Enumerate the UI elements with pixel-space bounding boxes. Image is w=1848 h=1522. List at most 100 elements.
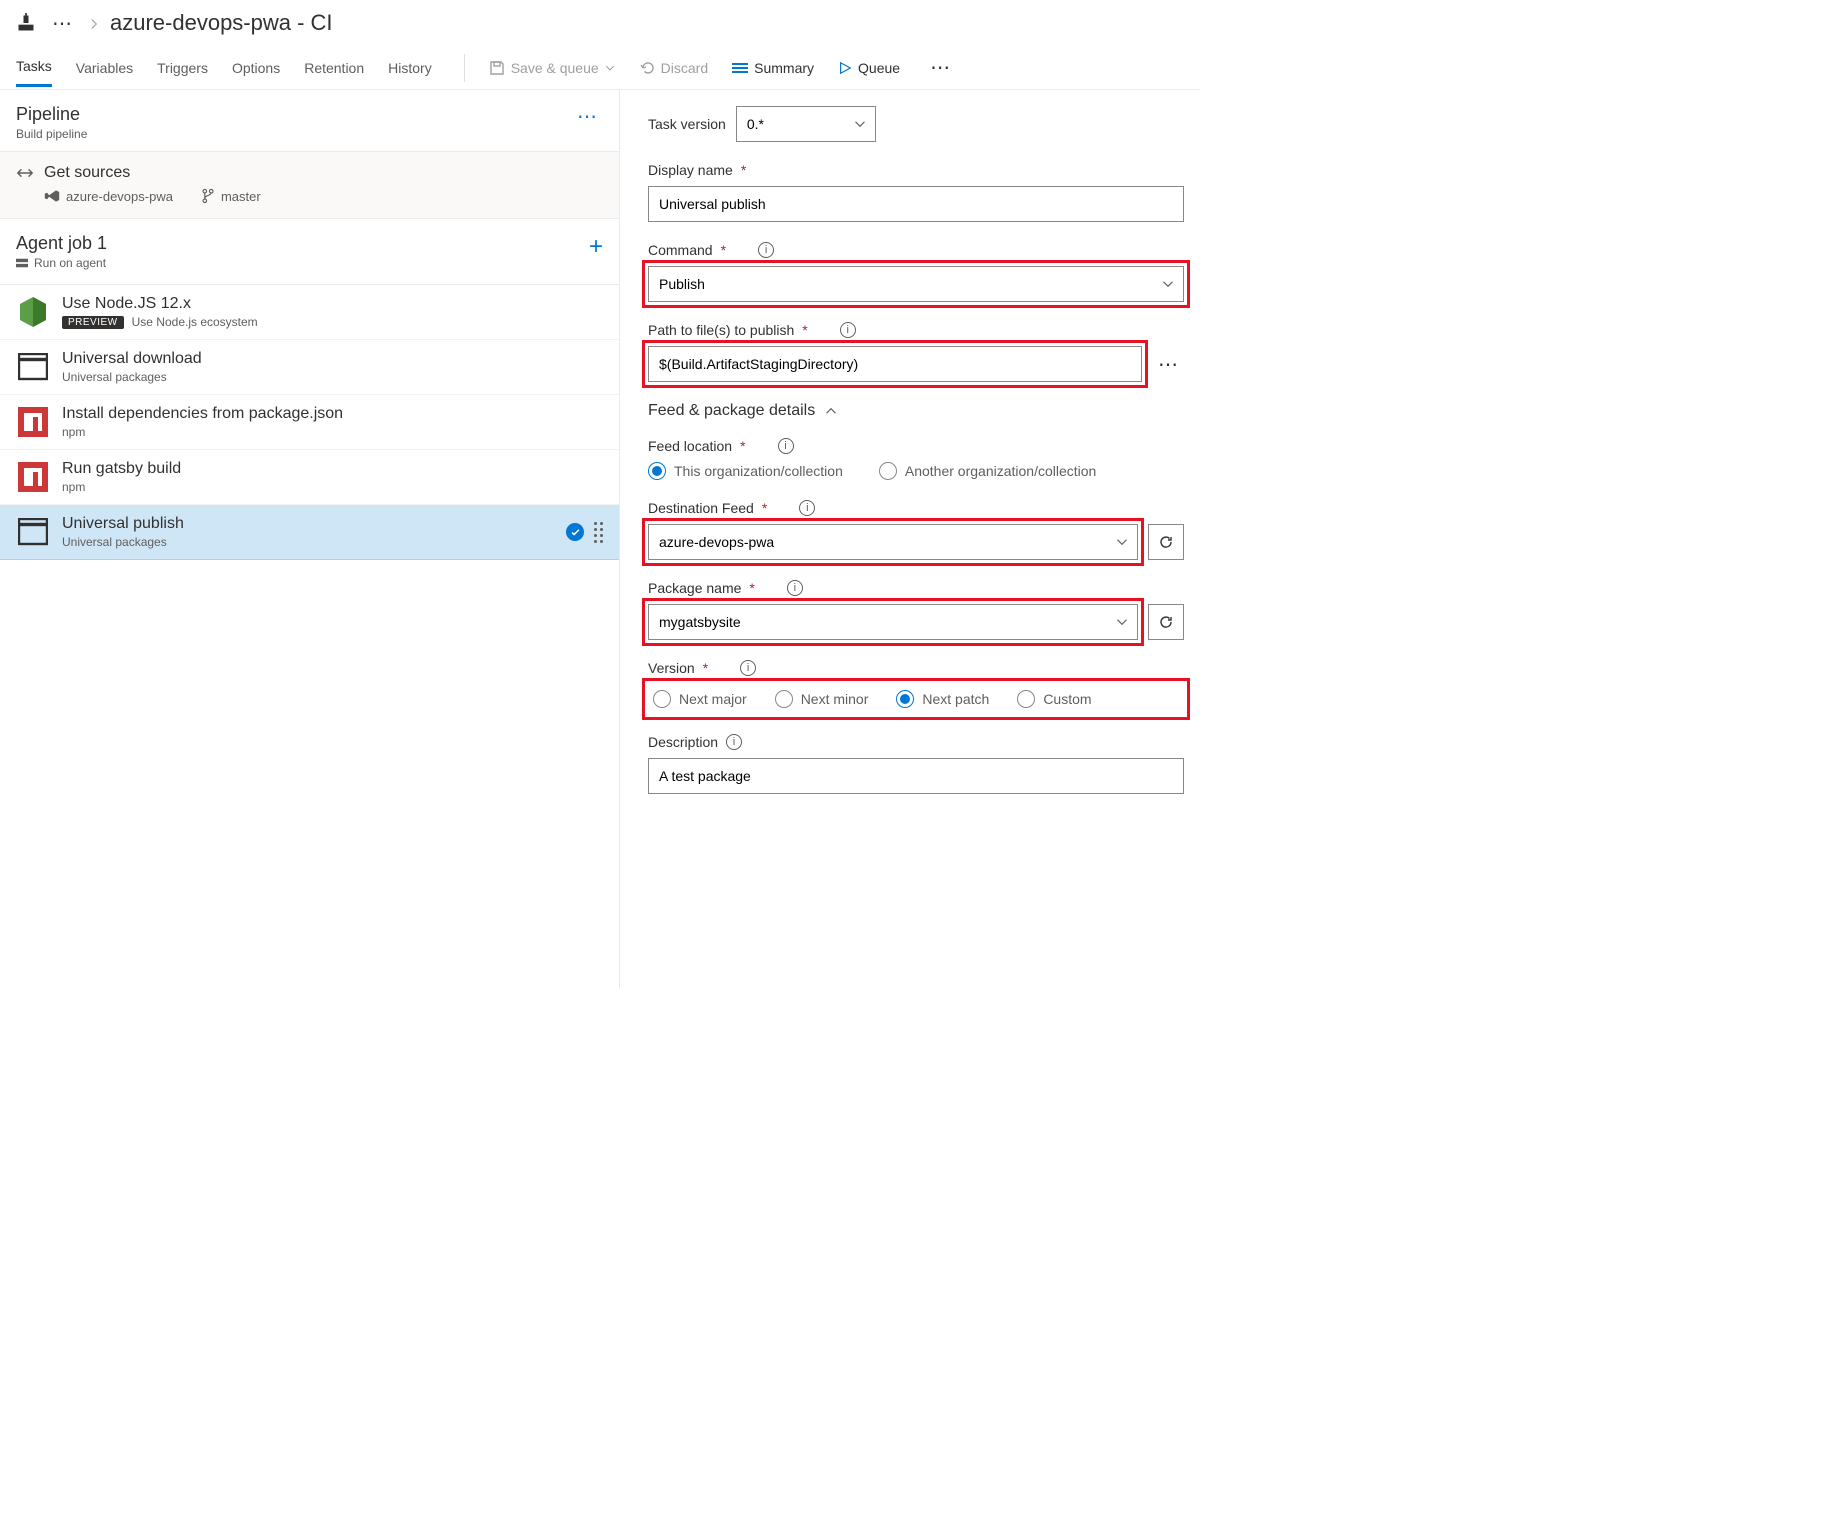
radio-label: This organization/collection [674,463,843,479]
display-name-field[interactable] [648,186,1184,222]
required-marker: * [740,438,745,454]
task-subtitle: npm [62,480,181,494]
discard-label: Discard [661,60,708,76]
info-icon[interactable]: i [787,580,803,596]
pipeline-more-button[interactable]: ⋯ [571,104,603,129]
display-name-row: Display name * [648,162,1184,222]
path-row: Path to file(s) to publish * i ⋯ [648,322,1184,382]
tab-options[interactable]: Options [232,50,280,86]
save-queue-button[interactable]: Save & queue [489,60,615,76]
version-custom-radio[interactable]: Custom [1017,690,1091,708]
page-title: azure-devops-pwa - CI [110,10,333,36]
save-queue-label: Save & queue [511,60,599,76]
tab-tasks[interactable]: Tasks [16,48,52,87]
breadcrumb-collapsed[interactable]: ⋯ [46,11,78,36]
feed-location-this-org-radio[interactable]: This organization/collection [648,462,843,480]
task-version-row: Task version 0.* [648,106,1184,142]
package-name-row: Package name * i [648,580,1184,640]
radio-label: Another organization/collection [905,463,1096,479]
feed-section-header[interactable]: Feed & package details [648,402,1184,420]
tab-divider [464,54,465,82]
destination-feed-label: Destination Feed [648,500,754,516]
task-subtitle: Use Node.js ecosystem [132,315,258,329]
chevron-right-icon [88,10,100,36]
radio-label: Next patch [922,691,989,707]
version-next-patch-radio[interactable]: Next patch [896,690,989,708]
task-row[interactable]: Install dependencies from package.json n… [0,395,619,450]
tab-history[interactable]: History [388,50,432,86]
server-icon [16,258,28,268]
breadcrumb: ⋯ azure-devops-pwa - CI [0,0,1200,46]
version-label: Version [648,660,695,676]
task-version-label: Task version [648,116,726,132]
destination-feed-row: Destination Feed * i azure-devops-pwa [648,500,1184,560]
required-marker: * [703,660,708,676]
info-icon[interactable]: i [799,500,815,516]
destination-feed-select[interactable]: azure-devops-pwa [648,524,1138,560]
save-icon [489,60,505,76]
nodejs-icon [16,295,50,329]
info-icon[interactable]: i [726,734,742,750]
task-row[interactable]: Use Node.JS 12.x PREVIEW Use Node.js eco… [0,285,619,340]
play-icon [838,61,852,75]
get-sources-block[interactable]: Get sources azure-devops-pwa master [0,151,619,219]
version-next-minor-radio[interactable]: Next minor [775,690,869,708]
radio-label: Next minor [801,691,869,707]
discard-button[interactable]: Discard [639,60,708,76]
feed-location-another-org-radio[interactable]: Another organization/collection [879,462,1096,480]
sources-icon [16,166,34,180]
command-select[interactable]: Publish [648,266,1184,302]
queue-label: Queue [858,60,900,76]
required-marker: * [762,500,767,516]
chevron-up-icon [825,405,837,417]
path-browse-button[interactable]: ⋯ [1152,352,1184,377]
description-field[interactable] [648,758,1184,794]
npm-icon [16,460,50,494]
tab-retention[interactable]: Retention [304,50,364,86]
info-icon[interactable]: i [758,242,774,258]
version-row: Version * i Next major Next minor Next p… [648,660,1184,720]
task-row[interactable]: Universal publish Universal packages [0,505,619,560]
radio-label: Custom [1043,691,1091,707]
vs-icon [44,189,60,203]
pipeline-subtitle: Build pipeline [16,127,87,141]
task-title: Use Node.JS 12.x [62,295,258,313]
summary-label: Summary [754,60,814,76]
summary-button[interactable]: Summary [732,60,814,76]
task-title: Install dependencies from package.json [62,405,343,423]
task-row[interactable]: Universal download Universal packages [0,340,619,395]
summary-icon [732,63,748,73]
tab-variables[interactable]: Variables [76,50,133,86]
agent-job-row[interactable]: Agent job 1 Run on agent + [0,219,619,285]
preview-badge: PREVIEW [62,316,124,329]
package-name-label: Package name [648,580,741,596]
path-field[interactable] [648,346,1142,382]
task-title: Universal publish [62,515,184,533]
info-icon[interactable]: i [740,660,756,676]
command-label: Command [648,242,713,258]
task-row[interactable]: Run gatsby build npm [0,450,619,505]
task-subtitle: Universal packages [62,535,184,549]
add-task-button[interactable]: + [589,233,603,261]
tab-triggers[interactable]: Triggers [157,50,208,86]
description-row: Description i [648,734,1184,794]
info-icon[interactable]: i [840,322,856,338]
get-sources-label: Get sources [44,164,130,182]
required-marker: * [749,580,754,596]
refresh-feed-button[interactable] [1148,524,1184,560]
task-title: Run gatsby build [62,460,181,478]
queue-button[interactable]: Queue [838,60,900,76]
task-version-select[interactable]: 0.* [736,106,876,142]
repo-name: azure-devops-pwa [66,189,173,204]
info-icon[interactable]: i [778,438,794,454]
package-name-field[interactable] [648,604,1138,640]
more-commands-button[interactable]: ⋯ [924,55,956,80]
feed-location-label: Feed location [648,438,732,454]
chevron-down-icon [605,63,615,73]
task-checked-icon [566,523,584,541]
branch-name: master [221,189,261,204]
drag-handle[interactable] [594,522,603,543]
npm-icon [16,405,50,439]
version-next-major-radio[interactable]: Next major [653,690,747,708]
refresh-package-button[interactable] [1148,604,1184,640]
